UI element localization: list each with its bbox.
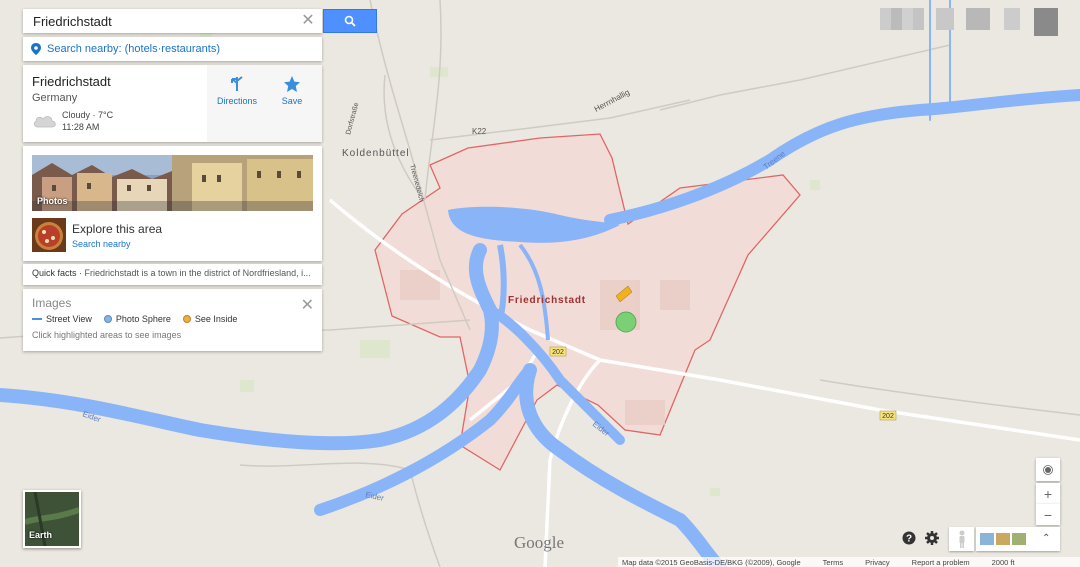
minus-icon: − xyxy=(1043,506,1053,523)
layers-thumbnails-icon xyxy=(980,533,1026,545)
save-button[interactable]: Save xyxy=(262,75,322,106)
google-logo: Google xyxy=(514,533,565,552)
apps-icon[interactable] xyxy=(880,8,924,30)
pegman-icon xyxy=(959,530,964,548)
images-card: Images ✕ Street View Photo Sphere See In… xyxy=(23,289,322,351)
close-icon[interactable]: ✕ xyxy=(300,13,316,29)
search-nearby-label: Search nearby: xyxy=(47,43,122,55)
star-icon xyxy=(284,76,300,92)
images-title: Images xyxy=(32,296,72,310)
place-title: Friedrichstadt xyxy=(32,74,111,89)
legend-street-view: Street View xyxy=(46,314,92,324)
directions-label: Directions xyxy=(216,96,257,106)
explore-title: Explore this area xyxy=(72,222,163,236)
explore-thumbnail[interactable] xyxy=(32,218,66,252)
report-problem-link[interactable]: Report a problem xyxy=(912,558,970,567)
my-location-button[interactable] xyxy=(1036,458,1060,481)
gear-icon[interactable] xyxy=(924,530,940,546)
zoom-in-button[interactable]: + xyxy=(1036,483,1060,504)
help-icon[interactable]: ? xyxy=(902,531,916,545)
map-footer: Map data ©2015 GeoBasis-DE/BKG (©2009), … xyxy=(618,557,1080,567)
photo-strip[interactable]: Photos xyxy=(32,155,313,211)
location-pin-icon xyxy=(31,43,41,55)
close-icon[interactable]: ✕ xyxy=(301,295,314,315)
svg-text:?: ? xyxy=(906,534,912,545)
photo-image xyxy=(32,155,313,211)
plus-icon: + xyxy=(1043,485,1053,502)
directions-icon xyxy=(231,76,243,91)
local-time: 11:28 AM xyxy=(62,122,100,132)
legend-photo-sphere: Photo Sphere xyxy=(115,314,171,324)
save-label: Save xyxy=(281,96,303,106)
search-nearby-options[interactable]: (hotels·restaurants) xyxy=(125,43,220,55)
quick-facts-label: Quick facts xyxy=(32,268,77,278)
pizza-image xyxy=(32,218,66,252)
zoom-out-button[interactable]: − xyxy=(1036,504,1060,525)
photos-card: Photos Explore this area Search nearby xyxy=(23,146,322,261)
cloud-icon xyxy=(33,116,56,128)
scale-label[interactable]: 2000 ft xyxy=(992,558,1015,567)
place-country: Germany xyxy=(32,92,78,104)
pegman-button[interactable] xyxy=(949,527,974,551)
place-card: Friedrichstadt Germany Cloudy · 7°C 11:2… xyxy=(23,65,322,142)
see-inside-dot-icon xyxy=(182,315,191,323)
search-box[interactable]: ✕ xyxy=(23,9,322,33)
label-friedrichstadt: Friedrichstadt xyxy=(508,295,586,306)
map-type-selector[interactable]: ⌃ xyxy=(976,527,1060,551)
images-legend: Street View Photo Sphere See Inside xyxy=(32,314,249,324)
quick-facts-text: · Friedrichstadt is a town in the distri… xyxy=(76,268,311,278)
directions-button[interactable]: Directions xyxy=(207,75,267,106)
terms-link[interactable]: Terms xyxy=(823,558,843,567)
earth-label: Earth xyxy=(29,530,53,540)
street-view-line-icon xyxy=(32,318,42,320)
privacy-link[interactable]: Privacy xyxy=(865,558,890,567)
share-icon[interactable] xyxy=(966,8,990,30)
search-input[interactable] xyxy=(23,9,293,33)
label-koldenbuttel: Koldenbüttel xyxy=(342,148,410,159)
notifications-icon[interactable] xyxy=(936,8,954,30)
photo-sphere-dot-icon xyxy=(103,315,112,323)
road-shield-202b: 202 xyxy=(882,413,894,420)
account-icon[interactable] xyxy=(1004,8,1020,30)
images-hint: Click highlighted areas to see images xyxy=(32,330,182,340)
avatar[interactable] xyxy=(1034,8,1058,36)
label-k22: K22 xyxy=(472,127,487,136)
my-location-icon xyxy=(1043,464,1053,475)
expand-icon[interactable]: ⌃ xyxy=(1042,534,1050,544)
map-data-credit: Map data ©2015 GeoBasis-DE/BKG (©2009), … xyxy=(622,557,801,567)
search-nearby-bar: Search nearby: (hotels·restaurants) xyxy=(23,37,322,61)
quick-facts[interactable]: Quick facts · Friedrichstadt is a town i… xyxy=(23,264,322,285)
road-shield-202a: 202 xyxy=(552,349,564,356)
earth-toggle[interactable]: Earth xyxy=(23,490,81,548)
weather-text: Cloudy · 7°C xyxy=(62,110,114,120)
search-button[interactable] xyxy=(323,9,377,33)
photos-label: Photos xyxy=(37,196,68,206)
explore-search-nearby-link[interactable]: Search nearby xyxy=(72,239,131,249)
search-icon xyxy=(344,15,356,27)
legend-see-inside: See Inside xyxy=(194,314,238,324)
